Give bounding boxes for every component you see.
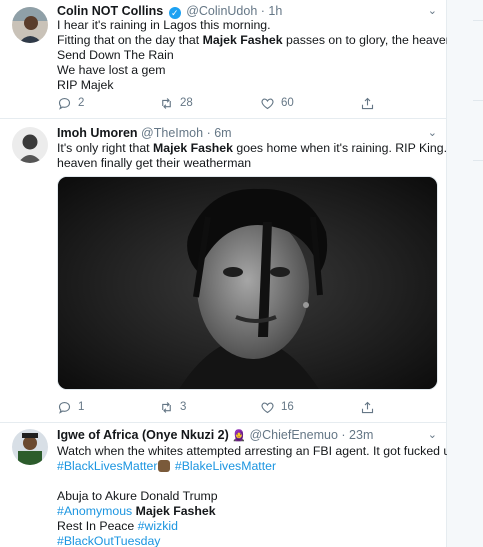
share-button[interactable] — [360, 399, 375, 415]
like-count: 60 — [281, 97, 294, 109]
share-icon — [361, 97, 374, 109]
tweet-line: Rest In Peace #wizkid — [57, 519, 178, 533]
tweet-line: Send Down The Rain — [57, 48, 174, 62]
tweet-line: I hear it's raining in Lagos this mornin… — [57, 18, 271, 32]
tweet-chief-enemuo[interactable]: Igwe of Africa (Onye Nkuzi 2) 🧕 @ChiefEn… — [0, 423, 461, 547]
avatar[interactable] — [12, 7, 48, 43]
avatar[interactable] — [12, 429, 48, 465]
hashtag-link[interactable]: #BlackOutTuesday — [57, 534, 160, 547]
tweet-photo[interactable] — [57, 176, 438, 390]
bold-mention: Majek Fashek — [202, 33, 283, 47]
like-button[interactable]: 60 — [260, 95, 294, 111]
hashtag-link[interactable]: #Anomymous — [57, 504, 132, 518]
emoji-icon: 🧕 — [232, 430, 246, 442]
reply-button[interactable]: 1 — [57, 399, 84, 415]
reply-icon — [58, 401, 71, 414]
tweet-line: Watch when the whites attempted arrestin… — [57, 444, 461, 458]
tweet-line: Abuja to Akure Donald Trump — [57, 489, 218, 503]
reply-icon — [58, 97, 71, 110]
tweet-text: Watch when the whites attempted arrestin… — [57, 444, 461, 547]
author-handle[interactable]: @TheImoh — [141, 126, 203, 140]
chevron-down-icon[interactable]: ⌄ — [428, 3, 437, 19]
tweet-line: RIP Majek — [57, 78, 114, 92]
hashtag-link[interactable]: #BlackLivesMatter — [57, 459, 157, 473]
heart-icon — [261, 98, 274, 109]
raised-fist-icon — [158, 460, 171, 472]
separator: · — [206, 126, 211, 140]
tweet-header: Igwe of Africa (Onye Nkuzi 2) 🧕 @ChiefEn… — [57, 427, 437, 443]
author-name[interactable]: Imoh Umoren — [57, 126, 138, 140]
share-icon — [361, 401, 374, 413]
avatar[interactable] — [12, 127, 48, 163]
divider — [473, 160, 483, 161]
separator: · — [260, 4, 265, 18]
retweet-count: 28 — [180, 97, 193, 109]
tweet-imoh-umoren[interactable]: Imoh Umoren @TheImoh · 6m ⌄ It's only ri… — [0, 119, 479, 423]
hashtag-link[interactable]: #BlakeLivesMatter — [175, 459, 276, 473]
tweet-line: #BlackOutTuesday — [57, 534, 437, 547]
tweet-time[interactable]: 1h — [268, 4, 282, 18]
tweet-line: We have lost a gem — [57, 63, 166, 77]
retweet-button[interactable]: 28 — [159, 95, 193, 111]
tweet-actions: 1 3 16 — [57, 399, 397, 415]
timeline: Colin NOT Collins ✓ @ColinUdoh · 1h ⌄ I … — [0, 0, 479, 547]
bold-mention: Majek Fashek — [153, 141, 233, 155]
reply-button[interactable]: 2 — [57, 95, 84, 111]
separator: · — [341, 428, 346, 442]
tweet-text: I hear it's raining in Lagos this mornin… — [57, 18, 459, 93]
share-button[interactable] — [360, 95, 375, 111]
retweet-icon — [162, 97, 171, 109]
divider — [473, 100, 483, 101]
tweet-time[interactable]: 6m — [214, 126, 231, 140]
hashtag-link[interactable]: #wizkid — [138, 519, 178, 533]
heart-icon — [261, 402, 274, 413]
like-count: 16 — [281, 401, 294, 413]
retweet-button[interactable]: 3 — [159, 399, 186, 415]
reply-count: 1 — [78, 401, 85, 413]
tweet-actions: 2 28 60 — [57, 95, 397, 111]
retweet-count: 3 — [180, 401, 187, 413]
reply-count: 2 — [78, 97, 85, 109]
like-button[interactable]: 16 — [260, 399, 294, 415]
tweet-header: Colin NOT Collins ✓ @ColinUdoh · 1h ⌄ — [57, 3, 437, 19]
author-handle[interactable]: @ChiefEnemuo — [249, 428, 337, 442]
author-name[interactable]: Igwe of Africa (Onye Nkuzi 2) — [57, 428, 229, 442]
tweet-time[interactable]: 23m — [349, 428, 373, 442]
tweet-line: #BlackLivesMatter #BlakeLivesMatter — [57, 459, 437, 474]
tweet-colin-udoh[interactable]: Colin NOT Collins ✓ @ColinUdoh · 1h ⌄ I … — [0, 0, 459, 119]
tweet-line: It's only right that Majek Fashek goes h… — [57, 141, 479, 155]
right-sidebar — [447, 0, 483, 547]
tweet-line: Fitting that on the day that Majek Fashe… — [57, 33, 459, 47]
chevron-down-icon[interactable]: ⌄ — [428, 125, 437, 141]
tweet-header: Imoh Umoren @TheImoh · 6m ⌄ — [57, 125, 437, 141]
author-name[interactable]: Colin NOT Collins — [57, 4, 163, 18]
author-handle[interactable]: @ColinUdoh — [186, 4, 257, 18]
chevron-down-icon[interactable]: ⌄ — [428, 427, 437, 443]
bold-mention: Majek Fashek — [135, 504, 216, 518]
retweet-icon — [162, 401, 171, 413]
divider — [473, 20, 483, 21]
tweet-line: #Anomymous Majek Fashek — [57, 504, 437, 519]
tweet-line: heaven finally get their weatherman — [57, 156, 252, 170]
tweet-text: It's only right that Majek Fashek goes h… — [57, 141, 479, 171]
